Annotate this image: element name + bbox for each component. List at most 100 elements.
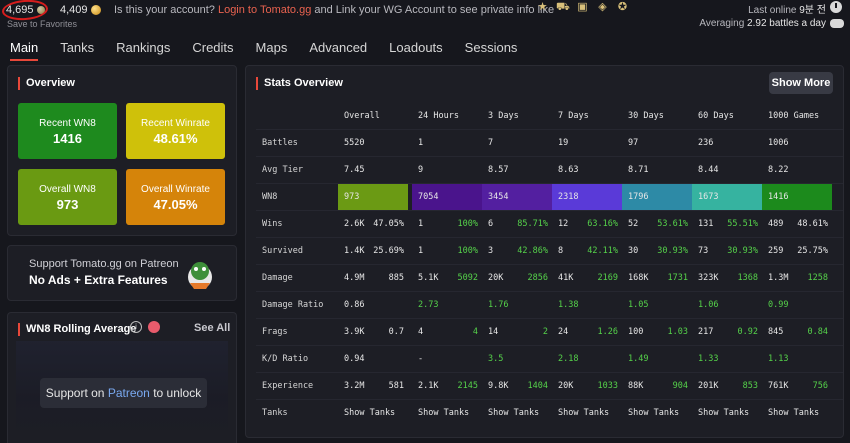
tab-maps[interactable]: Maps (256, 40, 288, 62)
table-cell: 7054 (412, 184, 482, 210)
cell-value: 20K (558, 381, 574, 391)
cell-secondary-value: 1.03 (667, 327, 688, 337)
table-cell: 1.06 (692, 292, 762, 319)
table-cell: 1 100% (412, 211, 482, 238)
patreon-line2: No Ads + Extra Features (29, 273, 168, 287)
table-cell: 8.63 (552, 157, 622, 184)
table-cell: 7 (482, 130, 552, 157)
show-tanks-link[interactable]: Show Tanks (482, 400, 552, 427)
save-to-favorites-link[interactable]: Save to Favorites (7, 19, 77, 29)
show-tanks-link[interactable]: Show Tanks (762, 400, 832, 427)
tomato-mascot-icon (188, 262, 212, 289)
see-all-link[interactable]: See All (194, 322, 230, 334)
table-cell: 489 48.61% (762, 211, 832, 238)
tab-rankings[interactable]: Rankings (116, 40, 170, 62)
cell-value: 8.44 (698, 165, 719, 175)
column-header: 3 Days (482, 103, 552, 130)
cell-value: 5.1K (418, 273, 439, 283)
cell-value: 88K (628, 381, 644, 391)
bonds-icon: ◈ (598, 1, 607, 13)
column-header: 60 Days (692, 103, 762, 130)
tab-tanks[interactable]: Tanks (60, 40, 94, 62)
row-label-text: Damage (262, 273, 293, 283)
unlock-button[interactable]: Support on Patreon to unlock (40, 378, 207, 408)
row-label-text: Frags (262, 327, 288, 337)
cell-value: 7054 (418, 192, 439, 202)
cell-value: 1.13 (768, 354, 789, 364)
table-cell: 20K 1033 (552, 373, 622, 400)
cell-value: 323K (698, 273, 719, 283)
row-label-text: Tanks (262, 408, 288, 418)
table-cell: 217 0.92 (692, 319, 762, 346)
cell-secondary-value: 1731 (667, 273, 688, 283)
patreon-link[interactable]: Patreon (108, 386, 150, 400)
table-cell: 3.2M 581 (338, 373, 408, 400)
table-cell: 4.9M 885 (338, 265, 408, 292)
claim-account-message: Is this your account? Login to Tomato.gg… (114, 4, 554, 16)
table-cell: 1.05 (622, 292, 692, 319)
show-more-button[interactable]: Show More (769, 72, 833, 94)
table-row: Battles 5520 1 7 19 97 236 1006 (256, 129, 843, 156)
cell-value: 1.49 (628, 354, 649, 364)
reserve-icon: ▣ (577, 1, 588, 13)
cell-value: Show Tanks (558, 408, 610, 418)
tile-value: 973 (56, 197, 79, 212)
table-row: Avg Tier 7.45 9 8.57 8.63 8.71 8.44 8.22 (256, 156, 843, 183)
cell-value: 1 (418, 246, 424, 256)
cell-value: 30 (628, 246, 639, 256)
tile-value: 1416 (53, 131, 82, 146)
login-link[interactable]: Login to Tomato.gg (218, 4, 311, 16)
table-cell: 100 1.03 (622, 319, 692, 346)
table-cell: 88K 904 (622, 373, 692, 400)
cell-value: 2.73 (418, 300, 439, 310)
show-tanks-link[interactable]: Show Tanks (412, 400, 482, 427)
cell-value: 5520 (344, 138, 365, 148)
tab-sessions[interactable]: Sessions (465, 40, 518, 62)
stat-tile-overall-winrate: Overall Winrate 47.05% (126, 169, 225, 225)
table-cell: 1 (412, 130, 482, 157)
table-cell: 131 55.51% (692, 211, 762, 238)
tab-advanced[interactable]: Advanced (309, 40, 367, 62)
cell-secondary-value: 1258 (807, 273, 828, 283)
cell-value: 3.2M (344, 381, 365, 391)
tab-credits[interactable]: Credits (192, 40, 233, 62)
info-icon[interactable]: i (130, 321, 142, 333)
row-label-text: Experience (262, 381, 314, 391)
table-cell: 44 (412, 319, 482, 346)
tab-main[interactable]: Main (10, 40, 39, 62)
patreon-promo[interactable]: Support Tomato.gg on Patreon No Ads + Ex… (7, 245, 237, 301)
table-cell: 1 100% (412, 238, 482, 265)
cell-value: 236 (698, 138, 714, 148)
column-header-label: 30 Days (628, 111, 664, 121)
cell-secondary-value: 0.7 (388, 327, 404, 337)
table-row: Damage Ratio 0.86 2.73 1.76 1.38 1.05 1.06 0.99 (256, 291, 843, 318)
show-tanks-link[interactable]: Show Tanks (692, 400, 762, 427)
table-cell: 1673 (692, 184, 762, 210)
table-cell: 1.3M 1258 (762, 265, 832, 292)
stat-tile-recent-wn8: Recent WN8 1416 (18, 103, 117, 159)
cell-value: 1 (418, 138, 424, 148)
tab-loadouts[interactable]: Loadouts (389, 40, 443, 62)
table-cell: 3 42.86% (482, 238, 552, 265)
cell-value: Show Tanks (698, 408, 750, 418)
cell-secondary-value: 30.93% (727, 246, 758, 256)
table-cell: 5.1K 5092 (412, 265, 482, 292)
show-tanks-link[interactable]: Show Tanks (552, 400, 622, 427)
gamepad-icon (830, 19, 844, 28)
cell-secondary-value: 0.92 (737, 327, 758, 337)
table-cell: - (412, 346, 482, 373)
cell-value: 131 (698, 219, 714, 229)
cell-value: 489 (768, 219, 784, 229)
table-row: Wins 2.6K 47.05% 1 100% 6 85.71% 12 63.16% 52 53.6… (256, 210, 843, 237)
tile-label: Overall Winrate (141, 184, 210, 195)
credits-display: 4,409 (60, 4, 101, 16)
patreon-line1: Support Tomato.gg on Patreon (29, 258, 179, 270)
table-row: K/D Ratio 0.94 - 3.5 2.18 1.49 1.33 1.13 (256, 345, 843, 372)
cell-value: 7 (488, 138, 494, 148)
show-tanks-link[interactable]: Show Tanks (622, 400, 692, 427)
show-tanks-link[interactable]: Show Tanks (338, 400, 408, 427)
table-cell: 323K 1368 (692, 265, 762, 292)
cell-value: 1.38 (558, 300, 579, 310)
column-header-label: 60 Days (698, 111, 734, 121)
cell-secondary-value: 85.71% (517, 219, 548, 229)
